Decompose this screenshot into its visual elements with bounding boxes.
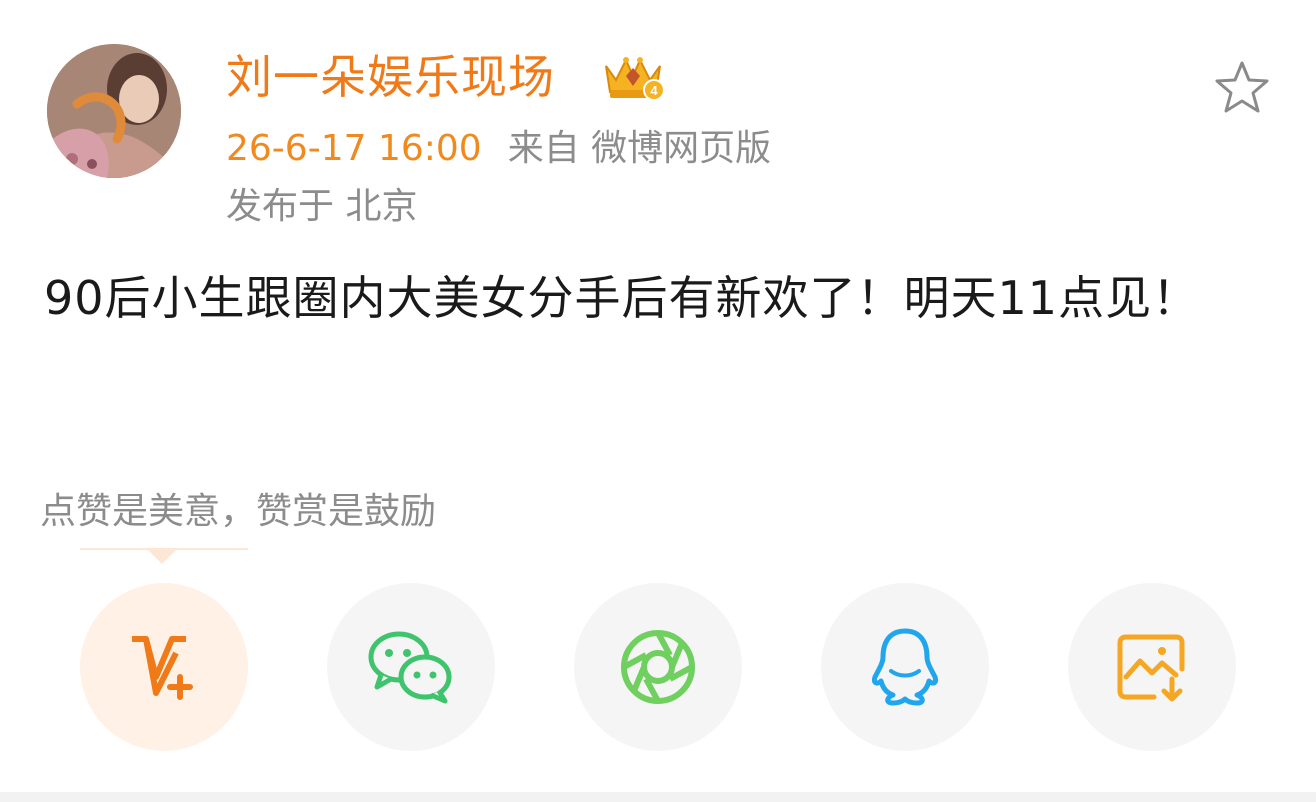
reward-v-plus-icon [132, 636, 193, 700]
share-moments-button[interactable] [574, 583, 742, 751]
avatar-image [47, 44, 181, 178]
post-time: 26-6-17 16:00 [226, 128, 482, 169]
post-text: 90后小生跟圈内大美女分手后有新欢了！明天11点见！ [44, 271, 1200, 325]
post-location: 发布于 北京 [226, 186, 418, 227]
user-name[interactable]: 刘一朵娱乐现场 [226, 46, 555, 108]
share-qq-button[interactable] [821, 583, 989, 751]
save-image-button[interactable] [1068, 583, 1236, 751]
save-image-icon [1117, 634, 1185, 702]
active-tab-pointer [148, 550, 176, 564]
reward-button[interactable] [80, 583, 248, 751]
svg-text:4: 4 [650, 83, 658, 98]
post-meta: 26-6-17 16:00 来自 微博网页版 [226, 124, 771, 174]
crown-badge-icon: 4 [605, 57, 665, 101]
moments-icon [621, 630, 695, 704]
post-source: 来自 微博网页版 [507, 128, 772, 169]
wechat-icon [368, 631, 452, 704]
bottom-divider [0, 792, 1316, 802]
share-wechat-button[interactable] [327, 583, 495, 751]
favorite-star-icon[interactable] [1212, 58, 1272, 118]
qq-icon [872, 628, 938, 706]
reward-hint: 点赞是美意，赞赏是鼓励 [40, 491, 437, 532]
post-card: 刘一朵娱乐现场 4 26-6-17 16:00 来自 微博网页版 发布于 北京 9… [0, 0, 1316, 802]
avatar[interactable] [47, 44, 181, 178]
